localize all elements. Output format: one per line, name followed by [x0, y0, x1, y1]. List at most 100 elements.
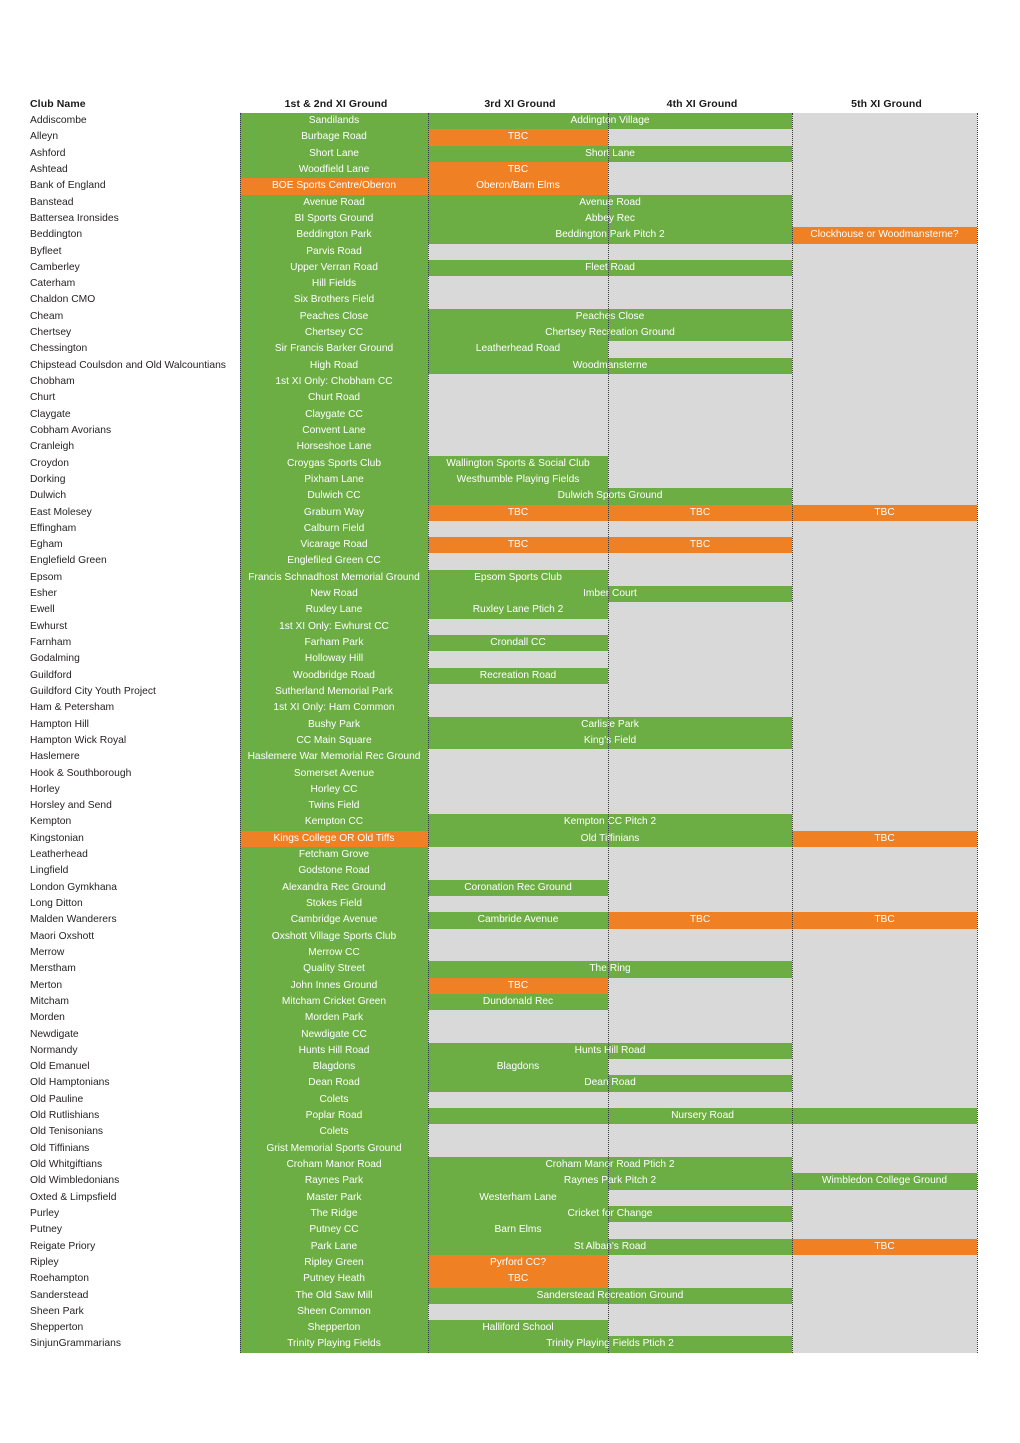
ground-cell: Woodfield Lane: [240, 161, 428, 179]
ground-cell: Addington Village: [428, 113, 792, 130]
ground-cell: Merrow CC: [240, 944, 428, 962]
ground-label: Beddington Park: [296, 229, 372, 241]
ground-cell: Fleet Road: [428, 259, 792, 277]
ground-cell-empty: [792, 1320, 977, 1337]
ground-cell: The Ring: [428, 961, 792, 978]
table-row: Old Hamptonians Dean Road Dean Road: [28, 1075, 977, 1092]
table-row: Addiscombe Sandilands Addington Village: [28, 113, 977, 130]
ground-cell: Morden Park: [240, 1010, 428, 1027]
club-name-cell: Godalming: [30, 653, 80, 665]
ground-cell: TBC: [608, 504, 792, 521]
club-name-cell: Guildford: [30, 669, 72, 681]
club-name-cell: Reigate Priory: [30, 1240, 96, 1252]
table-row: Alleyn Burbage Road TBC: [28, 129, 977, 146]
club-name-cell: East Molesey: [30, 506, 92, 518]
table-row: Old Rutlishians Poplar Road Nursery Road: [28, 1108, 977, 1125]
ground-cell: Alexandra Rec Ground: [240, 879, 428, 896]
table-row: Leatherhead Fetcham Grove: [28, 847, 977, 864]
ground-cell: Ruxley Lane Ptich 2: [428, 602, 608, 619]
club-name-cell: Horley: [30, 783, 60, 795]
ground-cell: King's Field: [428, 732, 792, 750]
ground-cell-empty: [608, 879, 792, 896]
table-row: Epsom Francis Schnadhost Memorial Ground E…: [28, 569, 977, 587]
ground-label: Sheen Common: [297, 1305, 371, 1317]
ground-cell-empty: [608, 749, 792, 766]
ground-cell: TBC: [792, 504, 977, 521]
club-name-cell: Chertsey: [30, 327, 72, 339]
table-row: Ewhurst 1st XI Only: Ewhurst CC: [28, 618, 977, 635]
ground-label: Putney CC: [309, 1224, 359, 1236]
ground-cell: Old Tiffinians: [428, 830, 792, 848]
ground-label: Bushy Park: [307, 718, 361, 730]
table-row: Morden Morden Park: [28, 1010, 977, 1027]
ground-cell: Burbage Road: [240, 129, 428, 146]
club-name-cell: Old Hamptonians: [30, 1077, 110, 1089]
ground-label: Barn Elms: [494, 1224, 542, 1236]
ground-label: TBC: [689, 914, 711, 926]
ground-label: Calburn Field: [303, 522, 365, 534]
ground-cell-empty: [428, 863, 608, 880]
ground-label: High Road: [309, 359, 359, 371]
column-header-ground-3: 4th XI Ground: [666, 98, 738, 110]
ground-cell: Imber Court: [428, 586, 792, 603]
ground-label: TBC: [507, 131, 529, 143]
ground-cell: Beddington Park: [240, 227, 428, 244]
ground-cell: Trinity Playing Fields: [240, 1336, 428, 1353]
ground-label: TBC: [507, 539, 529, 551]
club-name-cell: Cheam: [30, 310, 64, 322]
ground-cell-empty: [792, 145, 977, 162]
ground-cell-empty: [792, 1336, 977, 1353]
ground-cell-empty: [792, 1059, 977, 1076]
ground-label: Colets: [319, 1093, 349, 1105]
club-name-cell: Newdigate: [30, 1028, 79, 1040]
club-name-cell: Old Emanuel: [30, 1061, 90, 1073]
ground-cell-empty: [608, 178, 792, 195]
ground-label: Coronation Rec Ground: [464, 881, 572, 893]
ground-label: Dundonald Rec: [482, 995, 554, 1007]
ground-cell-empty: [608, 618, 792, 635]
ground-cell: St Alban's Road: [428, 1238, 792, 1255]
ground-cell: Shepperton: [240, 1320, 428, 1337]
club-name-cell: London Gymkhana: [30, 881, 118, 893]
club-name-cell: Old Rutlishians: [30, 1110, 100, 1122]
ground-label: Parvis Road: [306, 245, 362, 257]
table-row: Caterham Hill Fields: [28, 276, 977, 293]
ground-cell: 1st XI Only: Ham Common: [240, 700, 428, 717]
ground-label: Farham Park: [304, 637, 364, 648]
club-name-cell: Merrow: [30, 946, 65, 958]
ground-label: Imber Court: [583, 588, 637, 600]
ground-cell: Kempton CC Pitch 2: [428, 814, 792, 831]
ground-label: Shepperton: [307, 1322, 361, 1334]
ground-cell-empty: [608, 700, 792, 717]
ground-label: Sandilands: [308, 115, 360, 126]
ground-cell: Westhumble Playing Fields: [428, 471, 608, 489]
ground-cell-empty: [792, 798, 977, 815]
ground-cell-empty: [608, 161, 792, 179]
ground-cell-empty: [428, 683, 608, 701]
ground-label: Dulwich Sports Ground: [557, 490, 663, 502]
ground-label: BI Sports Ground: [294, 212, 374, 224]
club-name-cell: Bank of England: [30, 180, 106, 192]
ground-label: Graburn Way: [303, 506, 365, 518]
ground-label: CC Main Square: [296, 734, 372, 746]
ground-cell-empty: [792, 292, 977, 309]
table-row: Claygate Claygate CC: [28, 406, 977, 423]
ground-cell-empty: [608, 798, 792, 815]
table-row: Chessington Sir Francis Barker Ground Leat…: [28, 341, 977, 358]
ground-cell: Woodmansterne: [428, 357, 792, 374]
table-row: Chaldon CMO Six Brothers Field: [28, 292, 977, 309]
ground-label: Beddington Park Pitch 2: [555, 229, 665, 241]
ground-cell: The Ridge: [240, 1205, 428, 1223]
ground-cell: Dulwich CC: [240, 488, 428, 505]
ground-label: Burbage Road: [301, 131, 367, 143]
ground-cell-empty: [792, 276, 977, 293]
table-row: Ewell Ruxley Lane Ruxley Lane Ptich 2: [28, 602, 977, 619]
ground-cell: 1st XI Only: Chobham CC: [240, 374, 428, 391]
table-row: Beddington Beddington Park Beddington Park…: [28, 227, 977, 244]
ground-cell: Leatherhead Road: [428, 341, 608, 358]
ground-cell: Graburn Way: [240, 504, 428, 521]
ground-cell: Horseshoe Lane: [240, 439, 428, 456]
ground-cell: Mitcham Cricket Green: [240, 993, 428, 1011]
grounds-table: Club Name 1st & 2nd XI Ground 3rd XI Groun…: [28, 95, 977, 1353]
ground-cell-empty: [428, 798, 608, 815]
